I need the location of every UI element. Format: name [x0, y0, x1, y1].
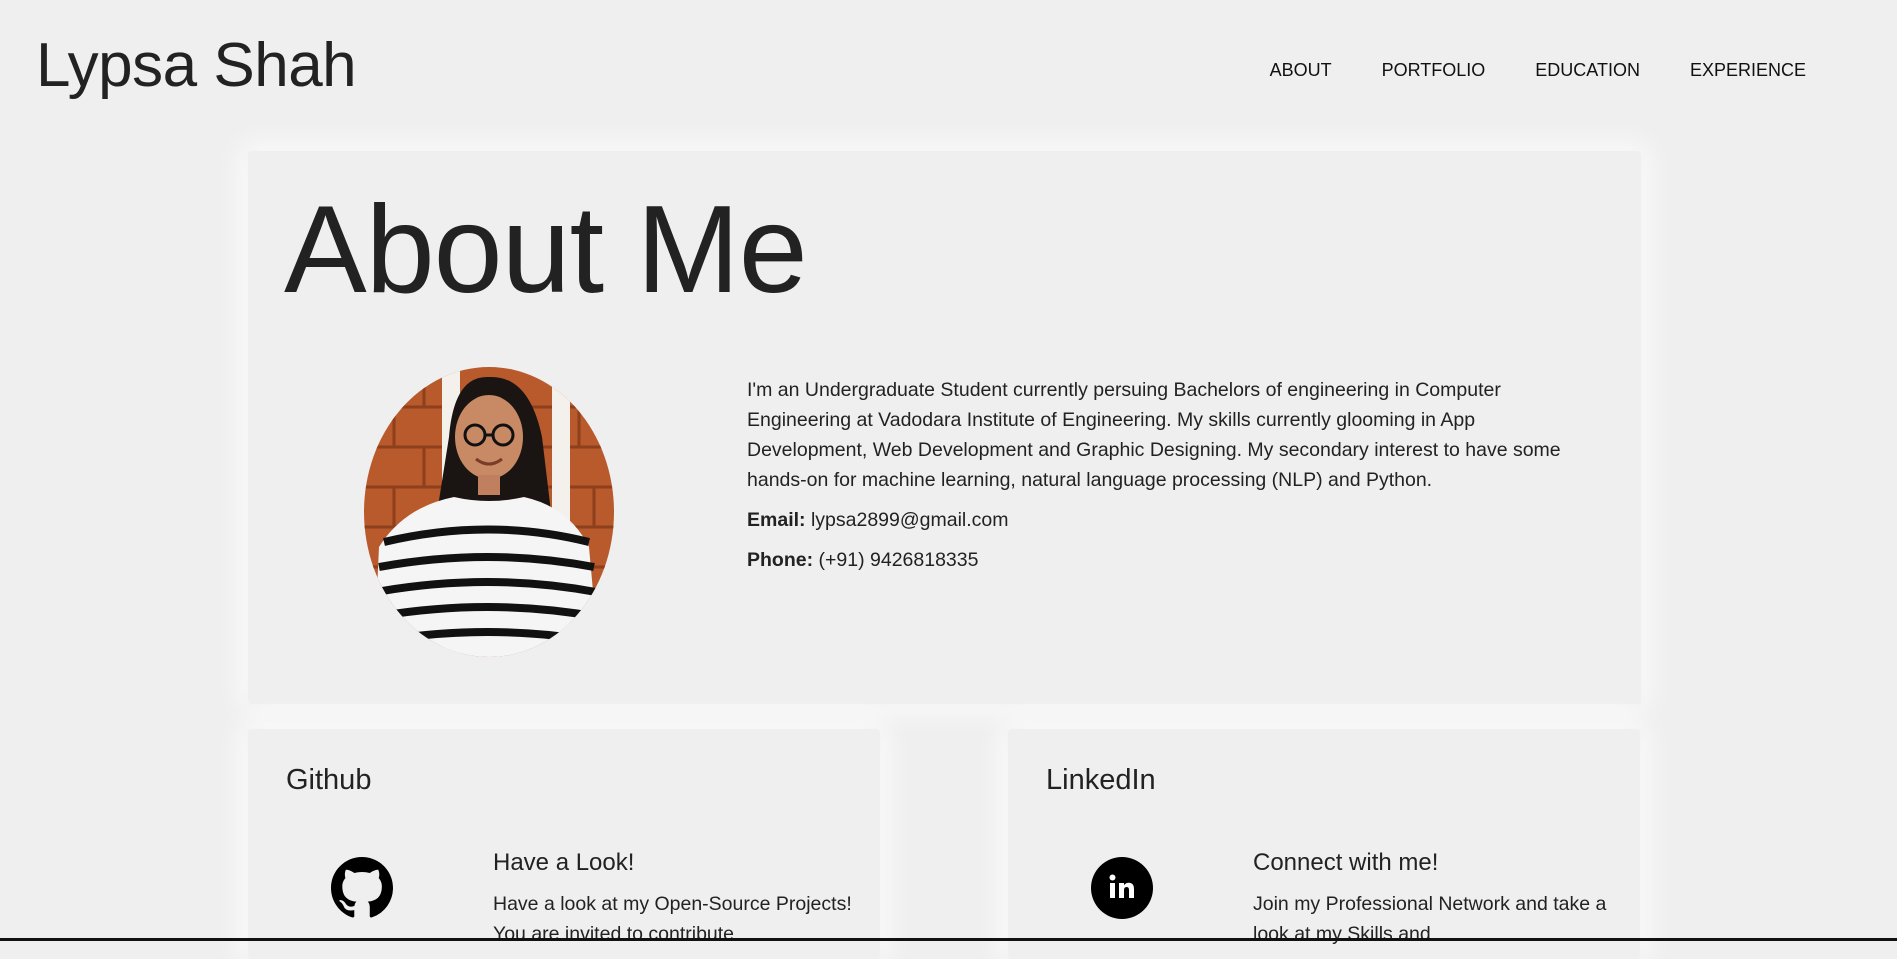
about-bio: I'm an Undergraduate Student currently p…	[747, 379, 1561, 491]
linkedin-heading: Connect with me!	[1253, 849, 1439, 876]
site-header: Lypsa Shah ABOUT PORTFOLIO EDUCATION EXP…	[0, 0, 1897, 140]
linkedin-card-title: LinkedIn	[1046, 764, 1156, 796]
github-card-title: Github	[286, 764, 372, 796]
github-heading: Have a Look!	[493, 849, 635, 876]
phone-line: Phone: (+91) 9426818335	[747, 545, 1577, 575]
nav-about[interactable]: ABOUT	[1245, 60, 1357, 81]
phone-label: Phone:	[747, 549, 814, 571]
about-text: I'm an Undergraduate Student currently p…	[747, 375, 1577, 585]
linkedin-icon[interactable]	[1091, 857, 1153, 919]
email-value[interactable]: lypsa2899@gmail.com	[811, 509, 1009, 531]
github-card: Github Have a Look! Have a look at my Op…	[248, 729, 880, 959]
nav-experience[interactable]: EXPERIENCE	[1665, 60, 1831, 81]
email-line: Email: lypsa2899@gmail.com	[747, 505, 1577, 535]
nav-education[interactable]: EDUCATION	[1510, 60, 1665, 81]
site-title[interactable]: Lypsa Shah	[36, 30, 357, 101]
main-nav: ABOUT PORTFOLIO EDUCATION EXPERIENCE	[1245, 60, 1831, 81]
about-card: About Me I'm an Undergraduate Student cu…	[248, 151, 1641, 704]
profile-photo	[364, 367, 614, 657]
email-label: Email:	[747, 509, 806, 531]
phone-value[interactable]: (+91) 9426818335	[819, 549, 979, 571]
nav-portfolio[interactable]: PORTFOLIO	[1357, 60, 1511, 81]
about-title: About Me	[284, 181, 808, 319]
linkedin-card: LinkedIn Connect with me! Join my Profes…	[1008, 729, 1640, 959]
github-icon[interactable]	[331, 857, 393, 919]
